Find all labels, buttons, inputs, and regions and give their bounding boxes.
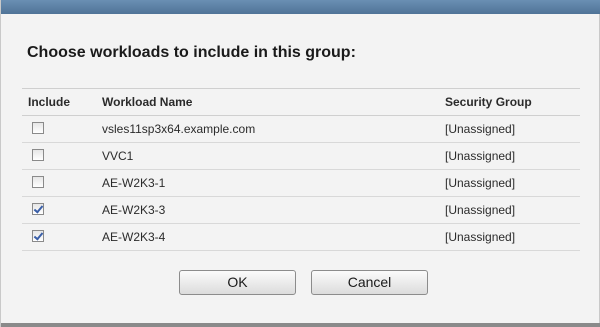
security-group-cell: [Unassigned] [445, 176, 516, 190]
dialog-heading: Choose workloads to include in this grou… [27, 44, 356, 61]
ok-button[interactable]: OK [179, 270, 296, 295]
table-row: VVC1 [Unassigned] [22, 143, 580, 170]
include-checkbox[interactable] [32, 149, 44, 161]
column-header-include: Include [28, 95, 71, 109]
security-group-cell: [Unassigned] [445, 203, 516, 217]
workload-name-cell: AE-W2K3-4 [102, 230, 166, 244]
security-group-cell: [Unassigned] [445, 122, 516, 136]
workload-name-cell: AE-W2K3-1 [102, 176, 166, 190]
table-header-row: Include Workload Name Security Group [22, 89, 580, 116]
table-row: AE-W2K3-4 [Unassigned] [22, 224, 580, 251]
dialog-title-bar[interactable] [1, 0, 600, 14]
security-group-cell: [Unassigned] [445, 149, 516, 163]
workload-name-cell: VVC1 [102, 149, 134, 163]
column-header-security-group[interactable]: Security Group [445, 95, 532, 109]
include-checkbox[interactable] [32, 230, 44, 242]
include-checkbox[interactable] [32, 203, 44, 215]
workloads-table: Include Workload Name Security Group vsl… [22, 88, 580, 251]
dialog-bottom-border [1, 323, 600, 327]
table-row: AE-W2K3-3 [Unassigned] [22, 197, 580, 224]
table-row: AE-W2K3-1 [Unassigned] [22, 170, 580, 197]
include-checkbox[interactable] [32, 122, 44, 134]
workload-name-cell: AE-W2K3-3 [102, 203, 166, 217]
workload-name-cell: vsles11sp3x64.example.com [102, 122, 256, 136]
cancel-button[interactable]: Cancel [311, 270, 428, 295]
column-header-workload-name[interactable]: Workload Name [102, 95, 192, 109]
security-group-cell: [Unassigned] [445, 230, 516, 244]
table-row: vsles11sp3x64.example.com [Unassigned] [22, 116, 580, 143]
include-checkbox[interactable] [32, 176, 44, 188]
workload-selection-dialog: Choose workloads to include in this grou… [0, 0, 600, 327]
